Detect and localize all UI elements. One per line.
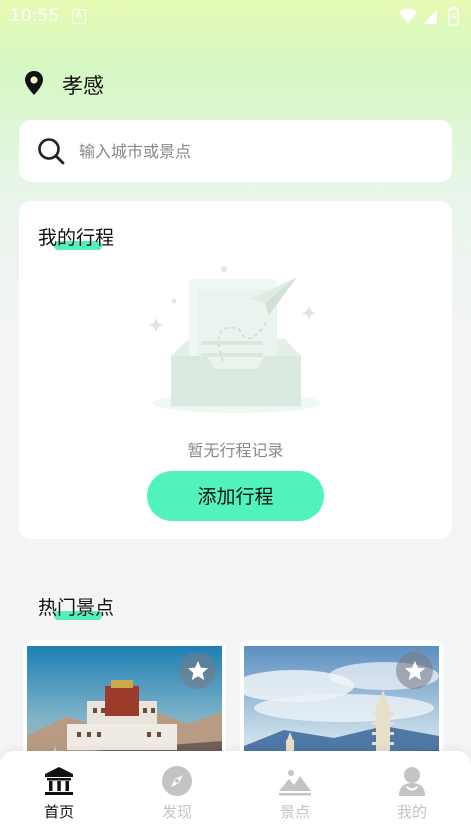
mountain-icon (279, 765, 311, 797)
tab-label: 景点 (279, 803, 310, 821)
tab-home[interactable]: 首页 (0, 751, 118, 839)
status-time: 10:55 (10, 6, 59, 26)
wifi-icon (399, 8, 417, 24)
status-icons (397, 6, 463, 32)
search-input[interactable] (79, 120, 429, 182)
add-trip-button[interactable]: 添加行程 (147, 471, 324, 521)
favorite-button[interactable] (396, 652, 433, 689)
tab-label: 首页 (43, 803, 74, 821)
empty-trips-illustration (149, 261, 324, 420)
tab-discover[interactable]: 发现 (118, 751, 236, 839)
search-bar[interactable] (19, 120, 452, 182)
status-bar: 10:55 A (0, 0, 471, 34)
empty-trips-text: 暂无行程记录 (187, 441, 284, 460)
tab-profile[interactable]: 我的 (353, 751, 471, 839)
compass-icon (161, 765, 193, 797)
search-icon (37, 137, 65, 169)
my-trips-title: 我的行程 (38, 227, 115, 250)
location-pin-icon (24, 70, 44, 100)
location-selector[interactable]: 孝感 (24, 70, 104, 100)
favorite-button[interactable] (179, 652, 216, 689)
notification-icon: A (72, 9, 86, 24)
tab-attractions[interactable]: 景点 (236, 751, 354, 839)
bottom-tab-bar: 首页 发现 景点 我的 (0, 751, 471, 839)
hot-spots-title: 热门景点 (38, 597, 115, 620)
my-trips-card: 我的行程 暂无行程记录 添加行程 (19, 201, 452, 539)
location-city: 孝感 (62, 74, 104, 98)
user-icon (396, 765, 428, 797)
tab-label: 发现 (161, 803, 192, 821)
temple-home-icon (43, 765, 75, 797)
star-icon (187, 660, 208, 680)
tab-label: 我的 (396, 803, 427, 821)
signal-icon (423, 10, 437, 24)
star-icon (404, 660, 425, 680)
